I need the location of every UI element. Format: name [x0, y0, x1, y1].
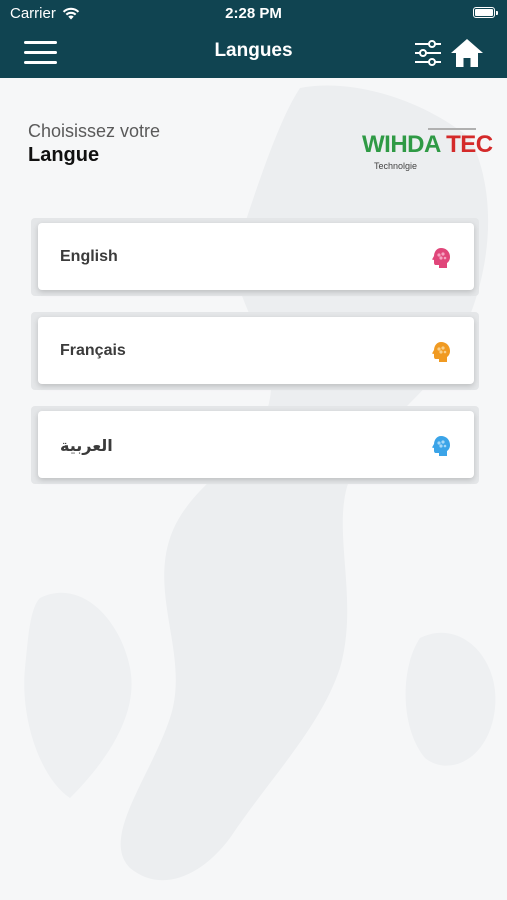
language-card-english[interactable]: English — [38, 223, 474, 290]
brain-head-icon — [432, 342, 450, 362]
status-bar: Carrier 2:28 PM — [0, 0, 507, 26]
brain-head-icon — [432, 436, 450, 456]
language-label: Français — [60, 342, 126, 359]
wihda-tec-logo: WIHDA TEC Technolgie — [360, 125, 493, 175]
language-card-arabic[interactable]: العربية — [38, 411, 474, 478]
language-label: English — [60, 248, 118, 265]
world-map-watermark — [24, 85, 496, 881]
logo-wordmark: WIHDA TEC — [362, 131, 493, 159]
language-option-english: English — [31, 218, 479, 296]
brain-head-icon — [432, 248, 450, 268]
logo-text-green: WIHDA — [362, 131, 440, 158]
prompt-title: Langue — [28, 144, 100, 166]
home-button[interactable] — [450, 37, 484, 69]
language-card-french[interactable]: Français — [38, 317, 474, 384]
status-time: 2:28 PM — [225, 5, 282, 22]
battery-icon — [473, 7, 498, 18]
logo-subtitle: Technolgie — [374, 161, 418, 171]
language-label: العربية — [60, 438, 113, 455]
home-icon — [451, 39, 483, 67]
navigation-bar: Langues — [0, 26, 507, 78]
filter-settings-button[interactable] — [413, 38, 443, 68]
logo-text-red: TEC — [446, 131, 493, 158]
language-prompt: Choisissez votre Langue — [28, 121, 160, 167]
language-option-arabic: العربية — [31, 406, 479, 484]
prompt-subtitle: Choisissez votre — [28, 121, 161, 141]
logo-accent-line — [428, 128, 476, 130]
sliders-icon — [415, 40, 441, 66]
language-option-french: Français — [31, 312, 479, 390]
